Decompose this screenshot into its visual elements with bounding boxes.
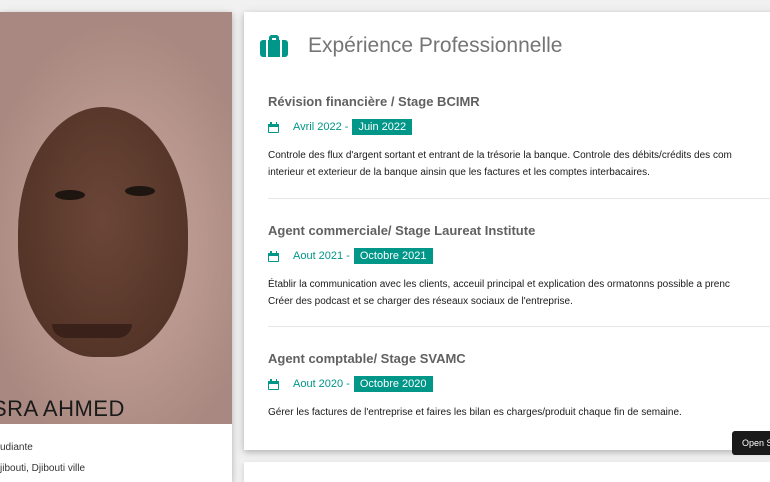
- job-start: Aout 2020 -: [293, 378, 350, 390]
- profile-card: SRA AHMED udiante jibouti, Djibouti vill…: [0, 12, 232, 482]
- job-dates: Aout 2020 - Octobre 2020: [268, 376, 770, 392]
- experience-header: Expérience Professionnelle: [260, 34, 562, 58]
- profile-info: udiante jibouti, Djibouti ville: [0, 442, 85, 474]
- job-end-badge: Octobre 2021: [353, 248, 433, 264]
- job-dates: Aout 2021 - Octobre 2021: [268, 248, 770, 264]
- calendar-icon: [268, 378, 279, 390]
- job-description: Controle des flux d'argent sortant et en…: [268, 147, 770, 181]
- job-start: Avril 2022 -: [293, 121, 349, 133]
- job-entry: Révision financière / Stage BCIMR Avril …: [268, 94, 770, 181]
- profile-location: jibouti, Djibouti ville: [0, 463, 86, 474]
- job-desc-line: Gérer les factures de l'entreprise et fa…: [268, 407, 682, 418]
- next-card: [244, 462, 770, 482]
- briefcase-icon: [260, 35, 288, 57]
- experience-title: Expérience Professionnelle: [308, 34, 563, 57]
- profile-name: SRA AHMED: [0, 396, 125, 421]
- job-title: Révision financière / Stage BCIMR: [268, 94, 480, 109]
- job-description: Établir la communication avec les client…: [268, 276, 770, 310]
- experience-card: Expérience Professionnelle Révision fina…: [244, 12, 770, 450]
- job-start: Aout 2021 -: [293, 250, 350, 262]
- mouth-shape: [52, 324, 132, 338]
- job-title: Agent commerciale/ Stage Laureat Institu…: [268, 223, 536, 238]
- job-entry: Agent comptable/ Stage SVAMC Aout 2020 -…: [268, 351, 770, 421]
- eye-right: [125, 186, 155, 196]
- divider: [268, 198, 770, 199]
- calendar-icon: [268, 250, 279, 262]
- job-desc-line: Créer des podcast et se charger des rése…: [268, 296, 573, 307]
- profile-photo: [0, 12, 232, 424]
- face-shape: [18, 107, 188, 357]
- job-entry: Agent commerciale/ Stage Laureat Institu…: [268, 223, 770, 310]
- profile-role: udiante: [0, 442, 33, 453]
- job-desc-line: interieur et exterieur de la banque ains…: [268, 167, 650, 178]
- eye-left: [55, 190, 85, 200]
- job-dates: Avril 2022 - Juin 2022: [268, 119, 770, 135]
- job-desc-line: Controle des flux d'argent sortant et en…: [268, 150, 732, 161]
- job-desc-line: Établir la communication avec les client…: [268, 279, 730, 290]
- calendar-icon: [268, 121, 279, 133]
- divider: [268, 326, 770, 327]
- job-end-badge: Juin 2022: [352, 119, 413, 135]
- job-title: Agent comptable/ Stage SVAMC: [268, 351, 466, 366]
- job-description: Gérer les factures de l'entreprise et fa…: [268, 404, 770, 421]
- job-end-badge: Octobre 2020: [353, 376, 433, 392]
- open-button[interactable]: Open S: [732, 431, 770, 455]
